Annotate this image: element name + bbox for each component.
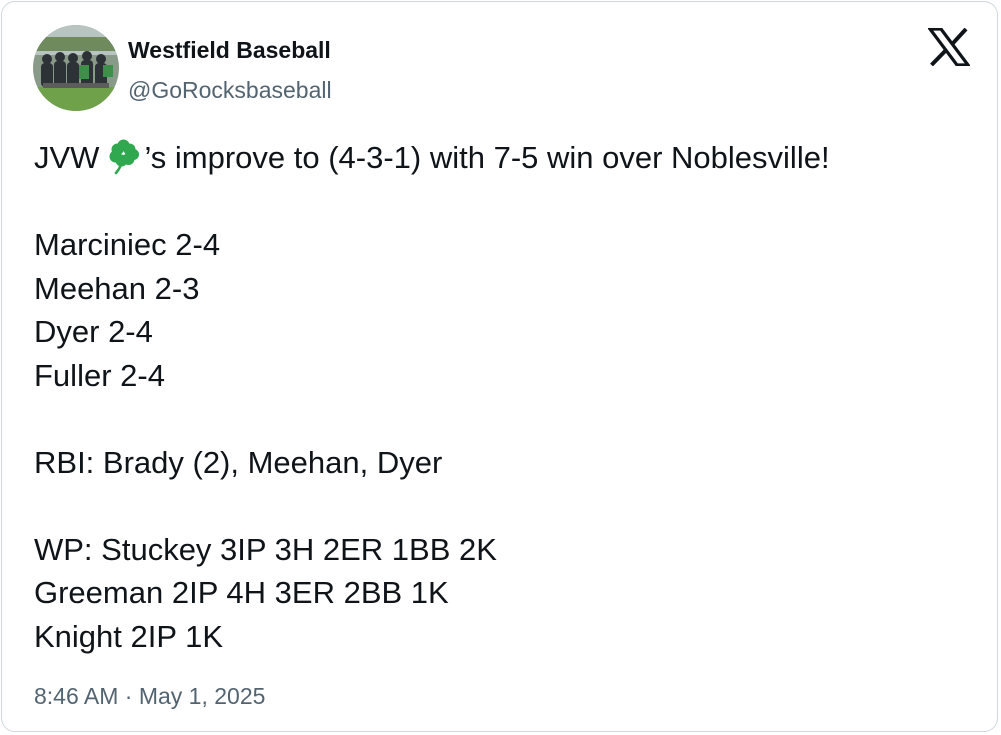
hitter-line: Marciniec 2-4	[34, 227, 221, 262]
tweet-intro-suffix: ’s improve to (4-3-1) with 7-5 win over …	[144, 140, 830, 175]
author-display-name[interactable]: Westfield Baseball	[128, 36, 331, 64]
author-handle[interactable]: @GoRocksbaseball	[128, 76, 332, 104]
hitter-line: Meehan 2-3	[34, 270, 200, 306]
pitcher-line: WP: Stuckey 3IP 3H 2ER 1BB 2K	[34, 531, 497, 567]
pitcher-line: Greeman 2IP 4H 3ER 2BB 1K	[34, 575, 449, 610]
hitter-line: Dyer 2-4	[34, 314, 153, 349]
rbi-line: RBI: Brady (2), Meehan, Dyer	[34, 444, 443, 480]
tweet-timestamp[interactable]: 8:46 AM · May 1, 2025	[34, 682, 265, 710]
hitter-line: Fuller 2-4	[34, 357, 165, 393]
team-photo-image	[33, 25, 119, 111]
avatar[interactable]	[33, 25, 119, 111]
tweet-intro-prefix: JVW	[34, 140, 100, 175]
tweet-text: JVW ’s improve to (4-3-1) with 7-5 win o…	[34, 136, 974, 658]
tweet-intro-line: JVW ’s improve to (4-3-1) with 7-5 win o…	[34, 136, 974, 180]
x-logo-icon[interactable]	[928, 28, 970, 66]
pitcher-line: Knight 2IP 1K	[34, 618, 224, 654]
shamrock-icon	[105, 138, 143, 176]
tweet-card: Westfield Baseball @GoRocksbaseball JVW	[1, 1, 998, 732]
